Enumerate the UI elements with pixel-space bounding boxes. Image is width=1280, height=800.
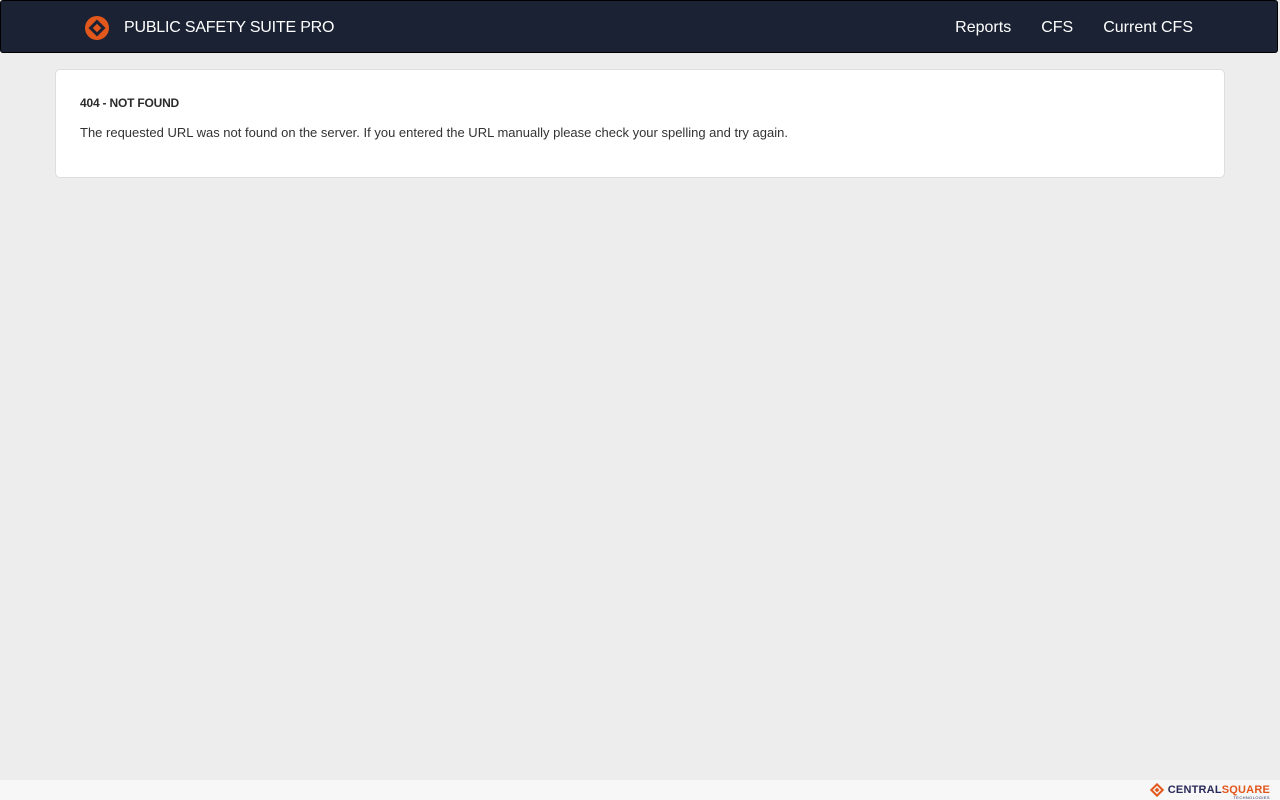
top-navbar: PUBLIC SAFETY SUITE PRO Reports CFS Curr… xyxy=(0,0,1278,53)
footer-wordmark: CENTRALSQUARE TECHNOLOGIES xyxy=(1168,780,1270,800)
nav-reports-link[interactable]: Reports xyxy=(955,19,1011,37)
app-title: PUBLIC SAFETY SUITE PRO xyxy=(124,19,335,36)
error-message: The requested URL was not found on the s… xyxy=(80,125,788,140)
centralsquare-diamond-icon xyxy=(85,16,109,40)
footer-logo-central: CENTRAL xyxy=(1167,784,1222,796)
nav-cfs-link[interactable]: CFS xyxy=(1041,19,1073,37)
footer-logo-sub: TECHNOLOGIES xyxy=(1233,795,1270,800)
error-card: 404 - NOT FOUND The requested URL was no… xyxy=(55,69,1225,178)
brand[interactable]: PUBLIC SAFETY SUITE PRO xyxy=(84,14,334,42)
centralsquare-logo-icon xyxy=(1149,783,1164,797)
main-nav: Reports CFS Current CFS xyxy=(925,1,1193,54)
footer: CENTRALSQUARE TECHNOLOGIES xyxy=(0,780,1280,800)
footer-logo: CENTRALSQUARE TECHNOLOGIES xyxy=(1149,780,1270,800)
nav-current-cfs-link[interactable]: Current CFS xyxy=(1103,19,1193,37)
error-title: 404 - NOT FOUND xyxy=(80,96,180,110)
